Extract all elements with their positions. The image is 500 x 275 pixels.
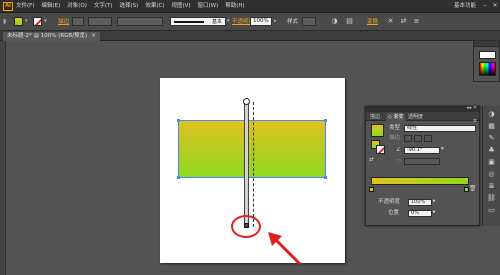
workspace-switcher[interactable]: 基本功能 <box>454 3 476 10</box>
document-tab[interactable]: 未标题-2* @ 100% (RGB/预览) ✕ <box>3 32 100 41</box>
delete-stop-icon[interactable]: 🗑 <box>469 186 477 192</box>
type-label: 类型 <box>389 125 401 131</box>
variable-width-field[interactable] <box>88 17 112 26</box>
gradient-preview[interactable] <box>371 124 384 137</box>
stroke-style-dropdown-icon[interactable]: ▾ <box>227 19 231 24</box>
swatches-panel-icon[interactable]: ▦ <box>487 122 496 131</box>
angle-icon: ∠ <box>396 147 401 153</box>
panel-menu-icon[interactable]: ≡ <box>412 17 421 26</box>
reverse-gradient-icon[interactable]: ⇄ <box>369 157 374 164</box>
close-tab-icon[interactable]: ✕ <box>91 33 96 39</box>
stroke-weight-field[interactable] <box>72 17 84 26</box>
anchor-point-tr[interactable] <box>324 119 327 122</box>
path-label-icon: ▮ <box>3 18 7 25</box>
graphic-style-swatch[interactable] <box>302 17 316 26</box>
stroke-style-label: 基本 <box>211 19 222 25</box>
symbols-panel-icon[interactable]: ♣ <box>487 146 496 155</box>
anchor-point-br[interactable] <box>324 176 327 179</box>
angle-dropdown-icon[interactable]: ▾ <box>441 146 444 153</box>
stroke-dropdown-icon[interactable]: ▾ <box>44 19 48 24</box>
stroke-gradient-option-3[interactable] <box>424 135 432 142</box>
location-label: 位置 <box>388 210 400 216</box>
opacity-field[interactable]: 100% <box>250 17 272 26</box>
gradient-type-select[interactable]: 线性 <box>404 125 476 132</box>
color-panel-icon[interactable]: ◑ <box>487 110 496 119</box>
layers-panel-icon[interactable]: ≣ <box>487 182 496 191</box>
menu-effect[interactable]: 效果(C) <box>145 3 164 10</box>
stop-opacity-dropdown-icon[interactable]: ▸ <box>433 198 436 205</box>
menu-type[interactable]: 文字(T) <box>94 3 113 10</box>
menu-select[interactable]: 选择(S) <box>120 3 139 10</box>
links-panel-icon[interactable]: ⛓ <box>487 194 496 203</box>
tab-stroke[interactable]: 描边 <box>368 113 382 121</box>
artboards-panel-icon[interactable]: ▭ <box>487 206 496 215</box>
fill-dropdown-icon[interactable]: ▾ <box>25 19 29 24</box>
angle-field[interactable]: -90.1° <box>404 147 440 154</box>
mini-panel-header[interactable] <box>474 41 499 47</box>
panel-dock: ◑ ▦ ✎ ♣ ▣ ◎ ≣ ⛓ ▭ <box>482 106 500 226</box>
menu-edit[interactable]: 编辑(E) <box>41 3 60 10</box>
appearance-panel-icon[interactable]: ◎ <box>487 170 496 179</box>
gradient-annotator-bar[interactable] <box>244 103 249 227</box>
stop-opacity-field[interactable]: 100% <box>408 199 432 206</box>
panel-menu-icon[interactable]: ≡ <box>473 118 477 125</box>
gradient-guide-line <box>253 102 254 227</box>
graphic-styles-panel-icon[interactable]: ▣ <box>487 158 496 167</box>
color-spectrum[interactable] <box>479 62 496 76</box>
gradient-stroke-box[interactable] <box>376 145 385 154</box>
stroke-gradient-option-2[interactable] <box>414 135 422 142</box>
panel-tabs: 描边 ◇ 渐变 透明度 ≡ <box>366 112 479 124</box>
recolor-artwork-icon[interactable]: ◑ <box>330 17 339 26</box>
minimize-button[interactable]: – <box>482 3 488 9</box>
brush-definition-field[interactable] <box>117 17 163 26</box>
location-dropdown-icon[interactable]: ▸ <box>433 209 436 216</box>
tools-panel-edge <box>0 41 6 275</box>
selection-bounding-box <box>178 120 326 178</box>
tab-gradient[interactable]: ◇ 渐变 <box>386 113 406 121</box>
main-menu: 文件(F) 编辑(E) 对象(O) 文字(T) 选择(S) 效果(C) 视图(V… <box>16 3 245 10</box>
gradient-panel: ◂◂ ✕ 描边 ◇ 渐变 透明度 ≡ ⇄ 类型 线性 描边 ∠ -90.1° ▾… <box>365 105 480 226</box>
menu-bar: Ai 文件(F) 编辑(E) 对象(O) 文字(T) 选择(S) 效果(C) 视… <box>0 0 500 13</box>
close-window-button[interactable]: ✕ <box>492 3 498 9</box>
color-swatch-white[interactable] <box>479 51 496 59</box>
menu-window[interactable]: 窗口(W) <box>198 3 219 10</box>
aspect-icon: ▭ <box>396 158 402 164</box>
panel-collapse-icon[interactable]: ◂◂ ✕ <box>466 105 477 112</box>
anchor-point-bl[interactable] <box>177 176 180 179</box>
isolate-icon[interactable]: ✕ <box>386 17 395 26</box>
brushes-panel-icon[interactable]: ✎ <box>487 134 496 143</box>
align-icon[interactable]: ▤ <box>345 17 354 26</box>
transform-label[interactable]: 变换 <box>367 19 378 25</box>
color-mini-panel <box>473 40 500 82</box>
stroke-gradient-label: 描边 <box>389 135 401 141</box>
location-field[interactable]: 0% <box>408 210 432 217</box>
gradient-origin-handle[interactable] <box>243 98 250 105</box>
stroke-swatch[interactable] <box>33 17 42 26</box>
fill-swatch[interactable] <box>14 17 23 26</box>
tab-transparency[interactable]: 透明度 <box>406 113 425 121</box>
annotation-arrow-icon <box>268 232 302 266</box>
gradient-stop-start[interactable] <box>369 187 374 192</box>
document-title: 未标题-2* @ 100% (RGB/预览) <box>7 33 88 39</box>
gradient-slider[interactable] <box>371 177 469 185</box>
app-logo: Ai <box>3 2 13 11</box>
flip-icon[interactable]: ⇄ <box>399 17 408 26</box>
menu-help[interactable]: 帮助(H) <box>225 3 244 10</box>
stroke-label[interactable]: 描边 <box>58 19 69 25</box>
stroke-gradient-option-1[interactable] <box>404 135 412 142</box>
annotation-highlight-circle <box>231 215 261 238</box>
control-bar: ▮ ▾ ▾ 描边 基本 ▾ 不透明度 100% ▸ 样式 ◑ ▤ 变换 ✕ ⇄ … <box>0 13 500 31</box>
anchor-point-tl[interactable] <box>177 119 180 122</box>
menu-view[interactable]: 视图(V) <box>171 3 190 10</box>
menu-file[interactable]: 文件(F) <box>16 3 34 10</box>
menu-object[interactable]: 对象(O) <box>67 3 87 10</box>
stroke-style-select[interactable]: 基本 <box>170 17 226 26</box>
stop-opacity-label: 不透明度 <box>378 199 401 205</box>
opacity-dropdown-icon[interactable]: ▸ <box>274 19 278 24</box>
style-label: 样式 <box>287 19 299 25</box>
aspect-ratio-field[interactable] <box>404 158 440 165</box>
document-tab-bar: 未标题-2* @ 100% (RGB/预览) ✕ <box>0 31 500 41</box>
